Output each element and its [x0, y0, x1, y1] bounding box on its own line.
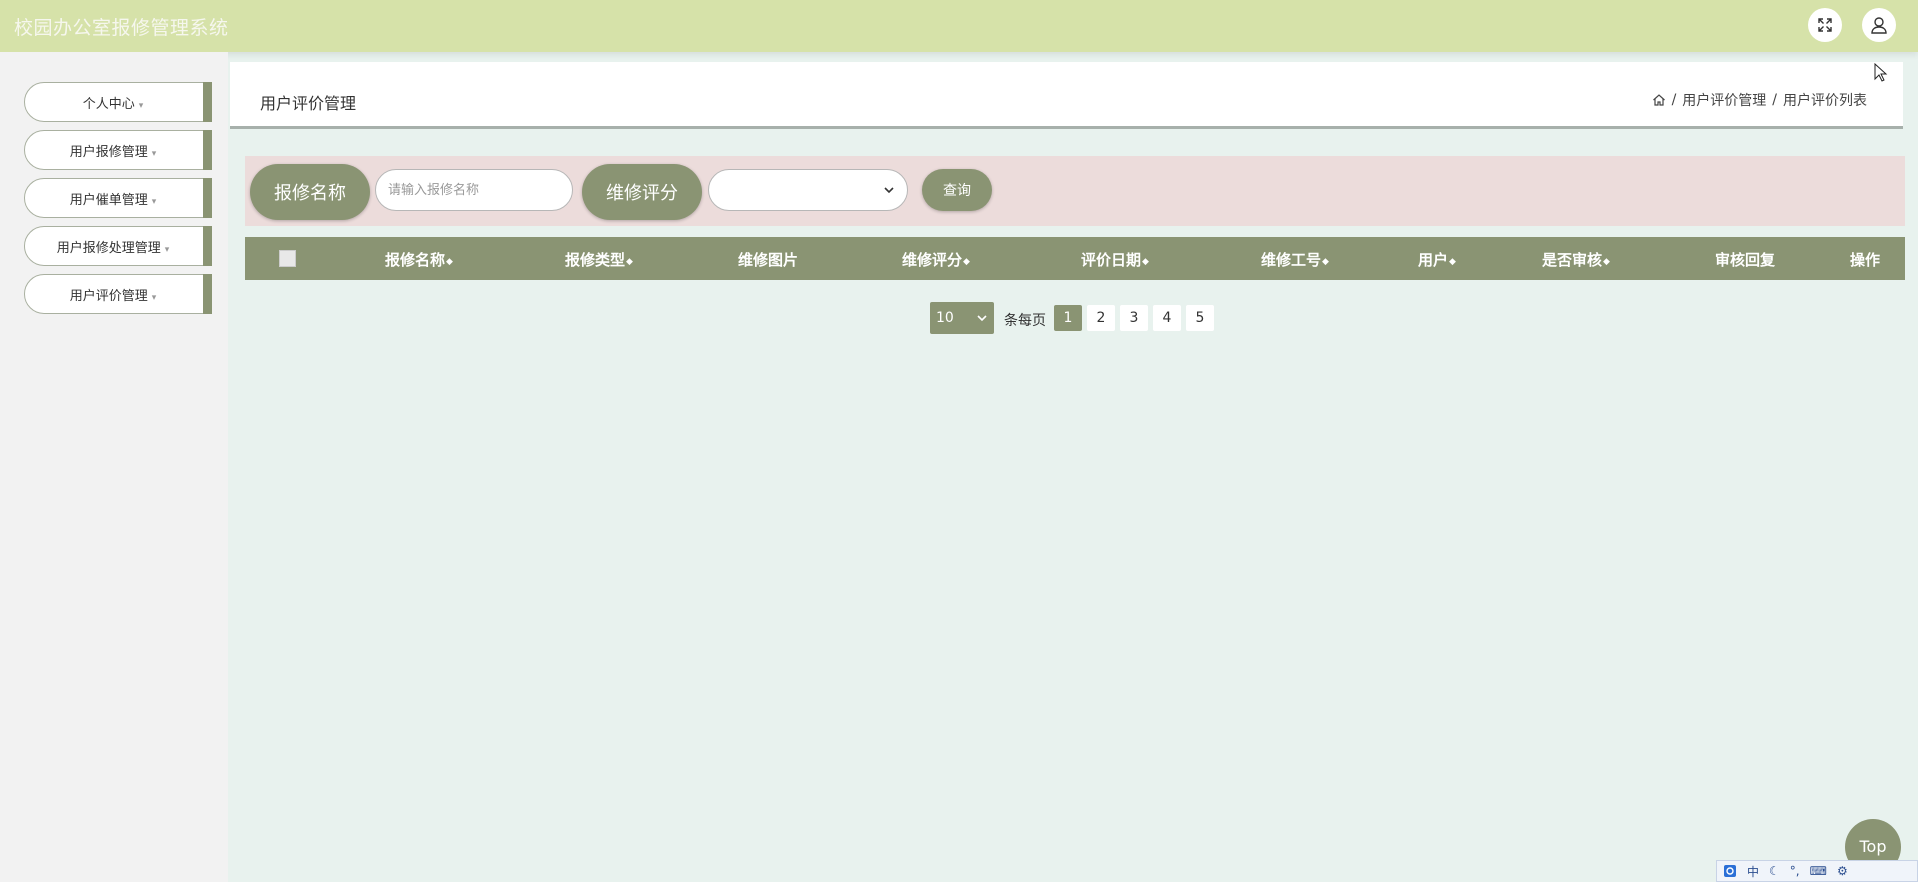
fullscreen-button[interactable] [1808, 8, 1842, 42]
sidebar-item-evaluation-management[interactable]: 用户评价管理 ▾ [24, 274, 212, 314]
mouse-cursor-icon [1874, 63, 1888, 82]
repair-score-select[interactable] [708, 169, 908, 211]
sidebar: 个人中心 ▾ 用户报修管理 ▾ 用户催单管理 ▾ 用户报修处理管理 ▾ 用户评价管理 ▾ [0, 52, 228, 882]
page-button-3[interactable]: 3 [1120, 305, 1148, 331]
sidebar-item-label: 用户催单管理 [69, 193, 148, 208]
column-header-repair-name[interactable]: 报修名称◆ [385, 249, 453, 270]
breadcrumb-separator: / [1772, 92, 1777, 108]
sort-icon: ◆ [1142, 257, 1149, 267]
sort-icon: ◆ [626, 257, 633, 267]
chevron-down-icon [977, 315, 987, 322]
column-header-user[interactable]: 用户◆ [1418, 249, 1456, 270]
sidebar-item-accent [203, 82, 212, 122]
column-header-actions: 操作 [1850, 251, 1881, 269]
search-panel: 报修名称 维修评分 查询 [245, 156, 1905, 226]
ime-logo-icon[interactable] [1723, 864, 1737, 878]
sort-icon: ◆ [1322, 257, 1329, 267]
sidebar-item-label: 用户评价管理 [69, 289, 148, 304]
column-header-review-reply: 审核回复 [1715, 251, 1776, 269]
column-header-repair-score[interactable]: 维修评分◆ [902, 249, 970, 270]
repair-score-label: 维修评分 [582, 164, 702, 220]
page-button-2[interactable]: 2 [1087, 305, 1115, 331]
column-header-evaluation-date[interactable]: 评价日期◆ [1081, 249, 1149, 270]
column-header-is-reviewed[interactable]: 是否审核◆ [1542, 249, 1610, 270]
sidebar-item-label: 个人中心 [82, 97, 135, 112]
app-title: 校园办公室报修管理系统 [14, 17, 229, 39]
page-header: 用户评价管理 / 用户评价管理 / 用户评价列表 [230, 62, 1903, 129]
table-header: 报修名称◆ 报修类型◆ 维修图片 维修评分◆ 评价日期◆ 维修工号◆ 用户◆ 是… [245, 237, 1905, 280]
page-title: 用户评价管理 [260, 94, 357, 113]
sidebar-item-label: 用户报修管理 [69, 145, 148, 160]
user-menu-button[interactable] [1862, 8, 1896, 42]
per-page-label: 条每页 [1004, 313, 1046, 329]
breadcrumb-separator: / [1671, 92, 1677, 108]
caret-down-icon: ▾ [151, 149, 157, 159]
page-button-5[interactable]: 5 [1186, 305, 1214, 331]
sort-icon: ◆ [446, 257, 453, 267]
ime-mode-toggle[interactable]: 中 [1747, 863, 1759, 880]
caret-down-icon: ▾ [138, 101, 144, 111]
sort-icon: ◆ [1449, 257, 1456, 267]
home-icon[interactable] [1652, 93, 1666, 107]
page-button-1[interactable]: 1 [1054, 305, 1082, 331]
sidebar-item-reminder-management[interactable]: 用户催单管理 ▾ [24, 178, 212, 218]
sort-icon: ◆ [1603, 257, 1610, 267]
column-header-repair-image: 维修图片 [738, 251, 799, 269]
page-size-value: 10 [936, 310, 954, 326]
sidebar-item-accent [203, 130, 212, 170]
user-icon [1871, 17, 1887, 34]
caret-down-icon: ▾ [151, 197, 157, 207]
breadcrumb-item[interactable]: 用户评价管理 [1682, 90, 1766, 110]
sidebar-item-personal-center[interactable]: 个人中心 ▾ [24, 82, 212, 122]
sidebar-item-accent [203, 274, 212, 314]
select-all-checkbox[interactable] [279, 250, 296, 267]
query-button[interactable]: 查询 [922, 169, 992, 211]
punctuation-icon[interactable]: °, [1790, 864, 1800, 878]
moon-icon[interactable]: ☾ [1769, 864, 1780, 878]
page-button-4[interactable]: 4 [1153, 305, 1181, 331]
top-bar: 校园办公室报修管理系统 [0, 0, 1918, 52]
caret-down-icon: ▾ [164, 245, 170, 255]
tools-icon[interactable]: ⚙ [1837, 864, 1848, 878]
repair-name-label: 报修名称 [250, 164, 370, 220]
sidebar-item-label: 用户报修处理管理 [56, 241, 161, 256]
fullscreen-icon [1818, 18, 1832, 32]
breadcrumb-item: 用户评价列表 [1783, 93, 1867, 109]
column-header-worker-id[interactable]: 维修工号◆ [1261, 249, 1329, 270]
caret-down-icon: ▾ [151, 293, 157, 303]
ime-toolbar: 中 ☾ °, ⌨ ⚙ [1716, 860, 1918, 882]
sidebar-item-accent [203, 226, 212, 266]
column-header-repair-type[interactable]: 报修类型◆ [565, 249, 633, 270]
breadcrumb: / 用户评价管理 / 用户评价列表 [1652, 90, 1867, 110]
chevron-down-icon [884, 187, 894, 194]
sidebar-item-repair-handling-management[interactable]: 用户报修处理管理 ▾ [24, 226, 212, 266]
keyboard-icon[interactable]: ⌨ [1810, 864, 1827, 878]
page-size-select[interactable]: 10 [930, 302, 994, 334]
repair-name-input[interactable] [375, 169, 573, 211]
sidebar-item-repair-management[interactable]: 用户报修管理 ▾ [24, 130, 212, 170]
sidebar-item-accent [203, 178, 212, 218]
sort-icon: ◆ [963, 257, 970, 267]
